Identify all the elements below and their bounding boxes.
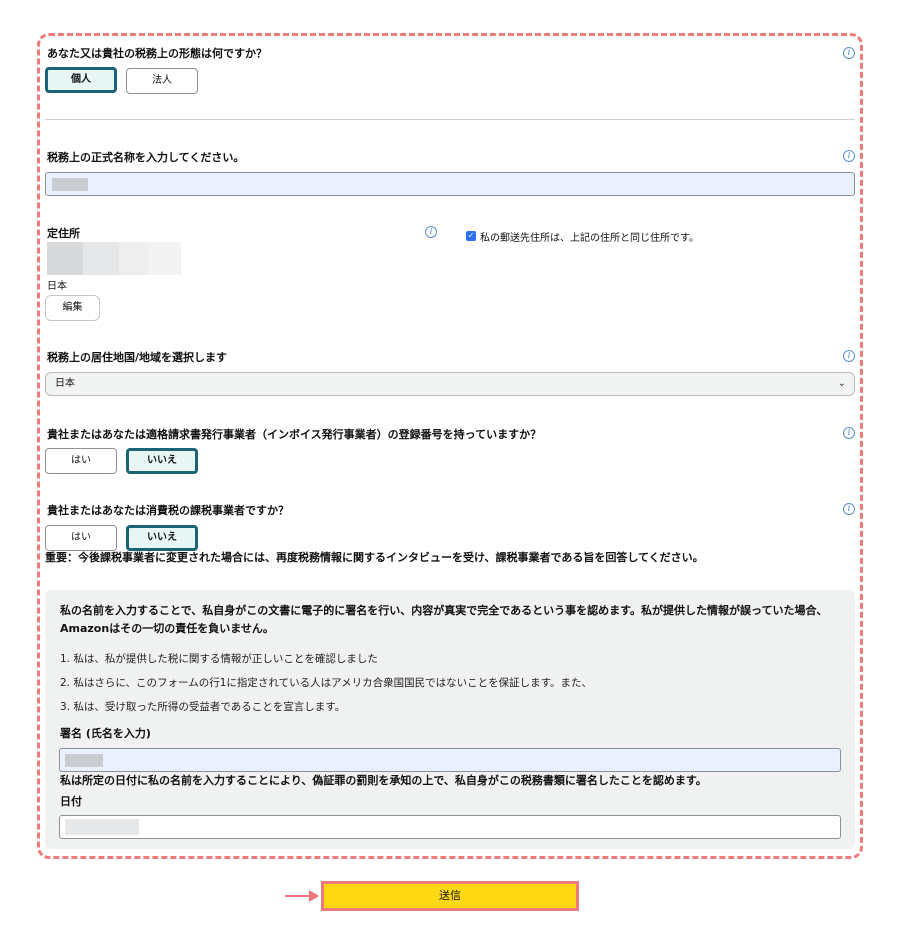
redacted-value (52, 178, 88, 191)
question-invoice-registration: 貴社またはあなたは適格請求書発行事業者（インボイス発行事業者）の登録番号を持って… (47, 428, 542, 441)
legal-name-input[interactable] (45, 172, 855, 196)
arrow-right-icon (309, 890, 319, 902)
list-item: 2. 私はさらに、このフォームの行1に指定されている人はアメリカ合衆国国民ではな… (60, 677, 593, 689)
option-corporation-button[interactable]: 法人 (126, 68, 198, 94)
list-item: 1. 私は、私が提供した税に関する情報が正しいことを確認しました (60, 653, 378, 665)
consumption-tax-no-button[interactable]: いいえ (126, 525, 198, 551)
question-residence-country: 税務上の居住地国/地域を選択します (47, 351, 228, 364)
residence-country-select[interactable]: 日本 ⌄ (45, 372, 855, 396)
info-icon[interactable]: i (843, 503, 855, 515)
signature-panel: 私の名前を入力することで、私自身がこの文書に電子的に署名を行い、内容が真実で完全… (45, 590, 855, 849)
info-icon[interactable]: i (425, 226, 437, 238)
info-icon[interactable]: i (843, 47, 855, 59)
same-address-label: 私の郵送先住所は、上記の住所と同じ住所です。 (480, 233, 699, 244)
question-legal-name: 税務上の正式名称を入力してください。 (47, 151, 245, 164)
date-label: 日付 (60, 795, 82, 808)
redacted-value (65, 754, 103, 767)
arrow-right-icon (285, 895, 311, 897)
info-icon[interactable]: i (843, 350, 855, 362)
redacted-value (65, 819, 139, 835)
same-address-checkbox[interactable]: ✓ (466, 231, 476, 241)
info-icon[interactable]: i (843, 150, 855, 162)
redacted-address (47, 242, 181, 275)
invoice-yes-button[interactable]: はい (45, 448, 117, 474)
edit-address-button[interactable]: 編集 (45, 295, 100, 321)
chevron-down-icon: ⌄ (837, 378, 846, 389)
question-consumption-tax: 貴社またはあなたは消費税の課税事業者ですか？ (47, 504, 289, 517)
submit-button[interactable]: 送信 (321, 881, 579, 911)
signature-label: 署名 (氏名を入力) (60, 727, 151, 740)
question-tax-classification: あなた又は貴社の税務上の形態は何ですか？ (47, 47, 267, 60)
option-individual-button[interactable]: 個人 (45, 67, 117, 93)
info-icon[interactable]: i (843, 427, 855, 439)
date-input[interactable] (59, 815, 841, 839)
residence-country-value: 日本 (55, 378, 75, 389)
invoice-no-button[interactable]: いいえ (126, 448, 198, 474)
address-label: 定住所 (47, 227, 80, 240)
important-note: 重要：今後課税事業者に変更された場合には、再度税務情報に関するインタビューを受け… (45, 551, 704, 564)
signature-input[interactable] (59, 748, 841, 772)
signature-declaration: 私は所定の日付に私の名前を入力することにより、偽証罪の罰則を承知の上で、私自身が… (60, 774, 707, 787)
consumption-tax-yes-button[interactable]: はい (45, 525, 117, 551)
address-country: 日本 (47, 281, 67, 292)
section-divider (45, 119, 855, 120)
signature-intro: 私の名前を入力することで、私自身がこの文書に電子的に署名を行い、内容が真実で完全… (60, 604, 828, 635)
list-item: 3. 私は、受け取った所得の受益者であることを宣言します。 (60, 701, 346, 713)
